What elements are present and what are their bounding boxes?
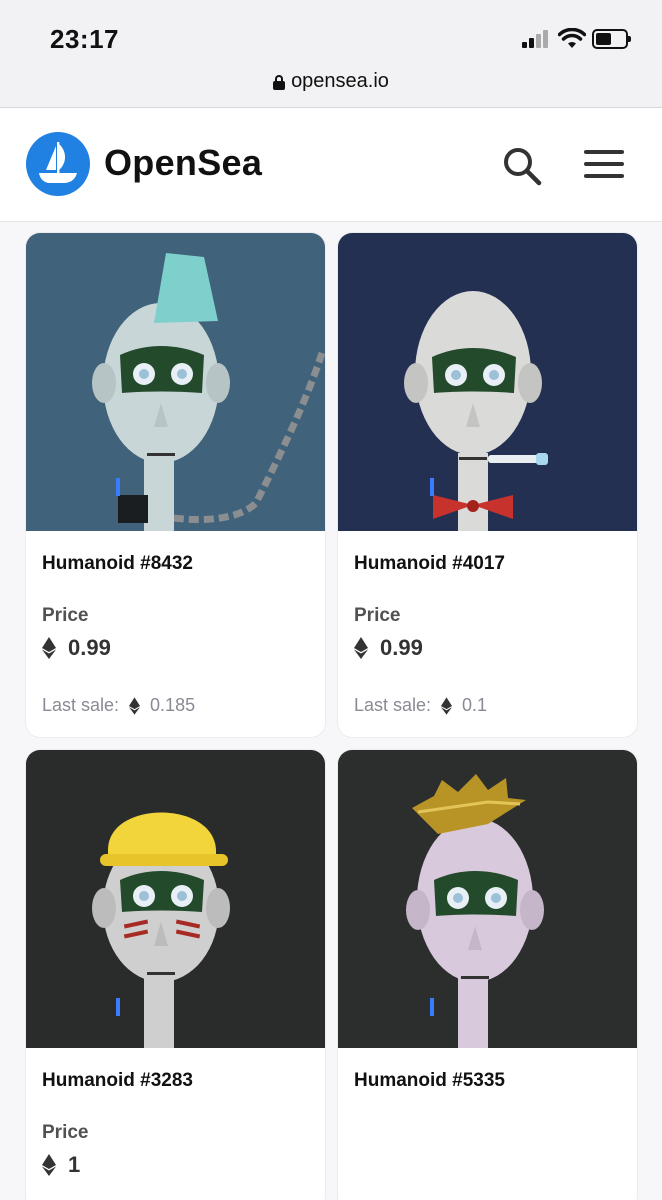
asset-name[interactable]: Humanoid #8432: [42, 553, 193, 575]
price-label: Price: [354, 605, 401, 626]
last-sale: Last sale: 0.1: [354, 695, 487, 716]
battery-icon: [592, 29, 631, 49]
asset-name[interactable]: Humanoid #4017: [354, 553, 505, 575]
lock-icon: [273, 74, 286, 90]
last-sale-label: Last sale:: [42, 695, 120, 715]
price-amount: 1: [68, 1152, 81, 1177]
asset-name[interactable]: Humanoid #3283: [42, 1070, 193, 1092]
asset-grid: Humanoid #8432 Price 0.99 Last sale: 0.1…: [0, 222, 662, 1200]
last-sale-amount: 0.1: [462, 695, 488, 715]
eth-icon: [354, 637, 368, 659]
price-value: 0.99: [42, 635, 111, 661]
eth-icon: [42, 1154, 56, 1176]
price-amount: 0.99: [380, 635, 423, 660]
asset-image[interactable]: [26, 233, 325, 531]
last-sale-amount: 0.185: [150, 695, 196, 715]
last-sale-label: Last sale:: [354, 695, 432, 715]
eth-icon: [42, 637, 56, 659]
brand-name[interactable]: OpenSea: [104, 142, 262, 184]
asset-image[interactable]: [338, 233, 637, 531]
price-amount: 0.99: [68, 635, 111, 660]
asset-card[interactable]: Humanoid #8432 Price 0.99 Last sale: 0.1…: [26, 233, 325, 737]
wifi-icon: [558, 28, 586, 48]
cellular-signal-icon: [522, 30, 550, 48]
price-value: 1: [42, 1152, 80, 1178]
site-header: OpenSea: [0, 108, 662, 222]
browser-url-bar[interactable]: opensea.io: [0, 64, 662, 108]
price-label: Price: [42, 605, 89, 626]
price-label: Price: [42, 1122, 89, 1143]
status-time: 23:17: [50, 24, 119, 54]
asset-card[interactable]: Humanoid #5335: [338, 750, 637, 1200]
opensea-logo-icon[interactable]: [26, 132, 90, 196]
last-sale: Last sale: 0.185: [42, 695, 195, 716]
price-value: 0.99: [354, 635, 423, 661]
search-icon[interactable]: [500, 144, 544, 188]
eth-icon: [441, 696, 453, 715]
url-text[interactable]: opensea.io: [291, 70, 389, 93]
asset-card[interactable]: Humanoid #3283 Price 1: [26, 750, 325, 1200]
hamburger-menu-icon[interactable]: [584, 150, 626, 180]
eth-icon: [129, 696, 141, 715]
status-bar: 23:17: [0, 0, 662, 64]
asset-name[interactable]: Humanoid #5335: [354, 1070, 505, 1092]
asset-card[interactable]: Humanoid #4017 Price 0.99 Last sale: 0.1: [338, 233, 637, 737]
asset-image[interactable]: [338, 750, 637, 1048]
asset-image[interactable]: [26, 750, 325, 1048]
